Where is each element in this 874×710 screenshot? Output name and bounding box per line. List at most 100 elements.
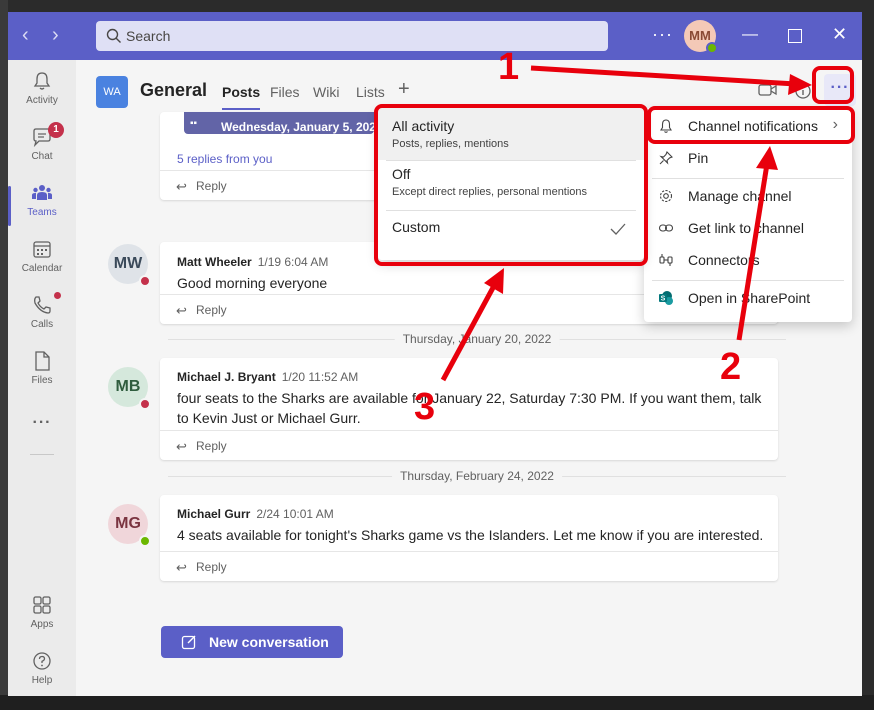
calendar-icon: [33, 241, 51, 258]
message-text: 4 seats available for tonight's Sharks g…: [177, 527, 764, 543]
date-divider: Thursday, February 24, 2022: [168, 467, 786, 487]
avatar[interactable]: MG: [108, 504, 151, 547]
rail-label: Calls: [30, 319, 54, 330]
bell-icon: [33, 72, 51, 90]
replies-from-you-link[interactable]: 5 replies from you: [177, 152, 272, 166]
meeting-icon: ▪▪: [190, 118, 198, 129]
rail-divider: [30, 454, 54, 455]
avatar[interactable]: MW: [108, 244, 151, 287]
reply-icon: ↩: [176, 560, 187, 575]
search-box[interactable]: Search: [96, 21, 608, 51]
message-author: Michael J. Bryant: [177, 370, 276, 384]
message-author: Matt Wheeler: [177, 255, 252, 269]
menu-item-connectors[interactable]: Connectors: [644, 244, 852, 276]
presence-busy-icon: [139, 275, 151, 287]
team-avatar[interactable]: WA: [96, 76, 128, 108]
meeting-date: Wednesday, January 5, 2022: [221, 120, 383, 134]
rail-item-calls[interactable]: Calls: [8, 292, 76, 346]
calls-dot-badge: [54, 292, 61, 299]
title-bar: ‹ › Search ··· MM — ✕: [8, 12, 862, 60]
rail-item-help[interactable]: Help: [8, 650, 76, 696]
user-initials: MM: [689, 28, 711, 43]
avatar[interactable]: MB: [108, 367, 151, 410]
sharepoint-icon: S: [659, 291, 673, 305]
presence-busy-icon: [139, 398, 151, 410]
rail-label: Files: [31, 375, 53, 386]
app-rail: Activity 1 Chat Teams Calendar Calls Fil…: [8, 60, 76, 696]
rail-item-chat[interactable]: 1 Chat: [8, 122, 76, 178]
rail-item-teams[interactable]: Teams: [8, 182, 76, 234]
menu-item-get-link[interactable]: Get link to channel: [644, 212, 852, 244]
user-avatar[interactable]: MM: [684, 20, 718, 54]
annotation-box-channel-notifications: [647, 106, 855, 144]
channel-title: General: [140, 80, 208, 100]
avatar-initials: MG: [115, 515, 141, 532]
background-edge: [0, 0, 8, 710]
rail-item-calendar[interactable]: Calendar: [8, 238, 76, 290]
menu-item-manage-channel[interactable]: Manage channel: [644, 180, 852, 212]
reply-bar[interactable]: ↩ Reply: [160, 551, 778, 581]
message-body: Matt Wheeler 1/19 6:04 AM Good morning ev…: [177, 254, 328, 293]
presence-available-icon: [706, 42, 718, 54]
message-time: 1/19 6:04 AM: [257, 255, 329, 269]
menu-divider: [652, 178, 844, 179]
reply-icon: ↩: [176, 303, 187, 318]
message-time: 1/20 11:52 AM: [281, 370, 359, 384]
minimize-icon[interactable]: —: [742, 26, 758, 44]
gear-icon: [659, 189, 673, 203]
menu-item-label: Open in SharePoint: [688, 290, 811, 306]
titlebar-more-icon[interactable]: ···: [652, 24, 673, 45]
avatar-initials: MW: [113, 255, 143, 272]
tab-wiki[interactable]: Wiki: [313, 84, 339, 100]
maximize-icon[interactable]: [788, 29, 802, 43]
presence-available-icon: [139, 535, 151, 547]
pin-icon: [659, 151, 673, 165]
avatar-initials: MB: [115, 378, 141, 395]
new-conversation-button[interactable]: New conversation: [161, 626, 343, 658]
rail-item-activity[interactable]: Activity: [8, 70, 76, 122]
message-card: Michael Gurr 2/24 10:01 AM 4 seats availa…: [160, 495, 778, 581]
help-icon: [33, 652, 51, 670]
menu-item-pin[interactable]: Pin: [644, 142, 852, 174]
message-text: Good morning everyone: [177, 275, 328, 291]
rail-item-files[interactable]: Files: [8, 350, 76, 402]
rail-item-apps[interactable]: Apps: [8, 594, 76, 646]
teams-icon: [32, 185, 52, 200]
reply-label: Reply: [196, 560, 227, 574]
search-placeholder: Search: [126, 28, 171, 44]
divider-date: Thursday, January 20, 2022: [394, 332, 560, 346]
menu-item-label: Manage channel: [688, 188, 792, 204]
rail-label: Chat: [31, 151, 53, 162]
menu-item-label: Get link to channel: [688, 220, 804, 236]
rail-label: Teams: [27, 207, 57, 218]
meet-video-icon[interactable]: [758, 82, 778, 98]
message-card: Michael J. Bryant 1/20 11:52 AM four seat…: [160, 358, 778, 460]
svg-text:S: S: [661, 296, 666, 303]
file-icon: [35, 351, 50, 371]
more-apps-icon[interactable]: ···: [8, 414, 76, 434]
menu-item-open-sharepoint[interactable]: S Open in SharePoint: [644, 282, 852, 314]
annotation-box-more-button: [812, 66, 854, 104]
reply-bar[interactable]: ↩ Reply: [160, 430, 778, 460]
divider-date: Thursday, February 24, 2022: [392, 469, 562, 483]
tab-lists[interactable]: Lists: [356, 84, 385, 100]
message-time: 2/24 10:01 AM: [256, 507, 334, 521]
forward-arrow-icon[interactable]: ›: [52, 24, 59, 46]
compose-icon: [181, 635, 196, 650]
annotation-number-2: 2: [720, 346, 742, 388]
message-body: Michael J. Bryant 1/20 11:52 AM four seat…: [177, 369, 767, 428]
apps-icon: [33, 596, 51, 614]
info-icon[interactable]: [794, 82, 812, 100]
link-icon: [658, 224, 674, 232]
close-icon[interactable]: ✕: [832, 24, 847, 45]
reply-label: Reply: [196, 303, 227, 317]
back-arrow-icon[interactable]: ‹: [22, 24, 29, 46]
tab-files[interactable]: Files: [270, 84, 300, 100]
menu-item-label: Connectors: [688, 252, 760, 268]
connectors-icon: [659, 254, 673, 266]
meeting-date-banner: ▪▪ Wednesday, January 5, 2022: [184, 112, 383, 134]
reply-icon: ↩: [176, 439, 187, 454]
tab-posts[interactable]: Posts: [222, 84, 261, 110]
add-tab-icon[interactable]: +: [398, 78, 410, 101]
rail-label: Activity: [26, 95, 58, 106]
